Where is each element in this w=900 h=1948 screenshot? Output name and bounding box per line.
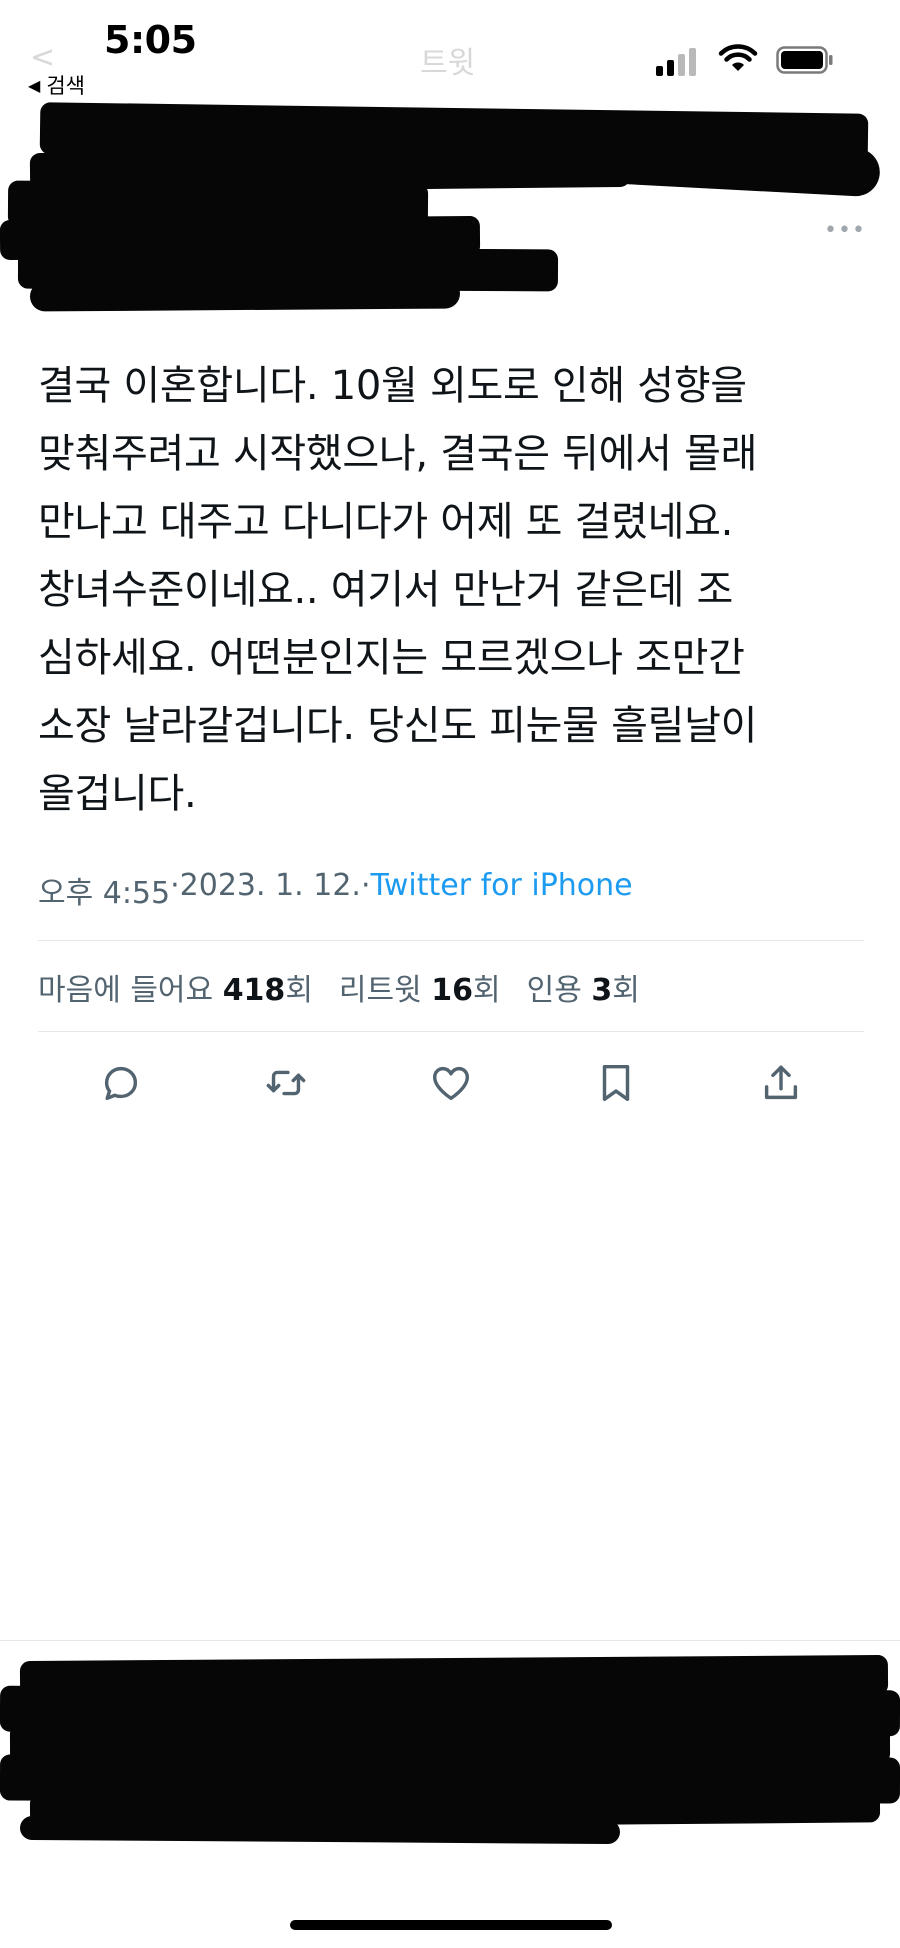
retweets-stat[interactable]: 리트윗 16회: [339, 965, 501, 1009]
back-to-search-button[interactable]: ◀ 검색: [28, 70, 85, 100]
more-options-icon[interactable]: •••: [824, 218, 866, 243]
divider: [38, 1031, 864, 1032]
quotes-stat[interactable]: 인용 3회: [527, 965, 640, 1009]
reply-icon[interactable]: [91, 1053, 151, 1113]
status-time: 5:05: [104, 18, 197, 62]
divider: [38, 940, 864, 941]
share-icon[interactable]: [751, 1053, 811, 1113]
tweet-time: 오후 4:55: [38, 876, 171, 911]
battery-icon: [776, 46, 834, 74]
tweet-meta: 오후 4:55 · 2023. 1. 12. · Twitter for iPh…: [38, 868, 633, 912]
back-to-search-label: 검색: [46, 74, 85, 98]
tweet-text: 결국 이혼합니다. 10월 외도로 인해 성향을 맞춰주려고 시작했으나, 결국…: [38, 363, 758, 817]
tweet-stats: 마음에 들어요 418회 리트윗 16회 인용 3회: [38, 965, 640, 1009]
bookmark-icon[interactable]: [586, 1053, 646, 1113]
like-icon[interactable]: [421, 1053, 481, 1113]
likes-stat[interactable]: 마음에 들어요 418회: [38, 965, 313, 1009]
home-indicator[interactable]: [290, 1920, 612, 1930]
tweet-action-bar: [38, 1053, 864, 1113]
divider: [0, 1640, 900, 1641]
meta-separator: ·: [360, 868, 371, 903]
tweet-date[interactable]: 2023. 1. 12.: [180, 868, 361, 912]
wifi-icon: [718, 44, 758, 78]
cellular-signal-icon: [656, 48, 696, 76]
tweet-source-link[interactable]: Twitter for iPhone: [371, 868, 633, 912]
meta-separator: ·: [170, 868, 180, 903]
back-arrow-icon: ◀: [28, 75, 41, 95]
ghost-nav-title: 트윗: [420, 46, 476, 81]
retweet-icon[interactable]: [256, 1053, 316, 1113]
